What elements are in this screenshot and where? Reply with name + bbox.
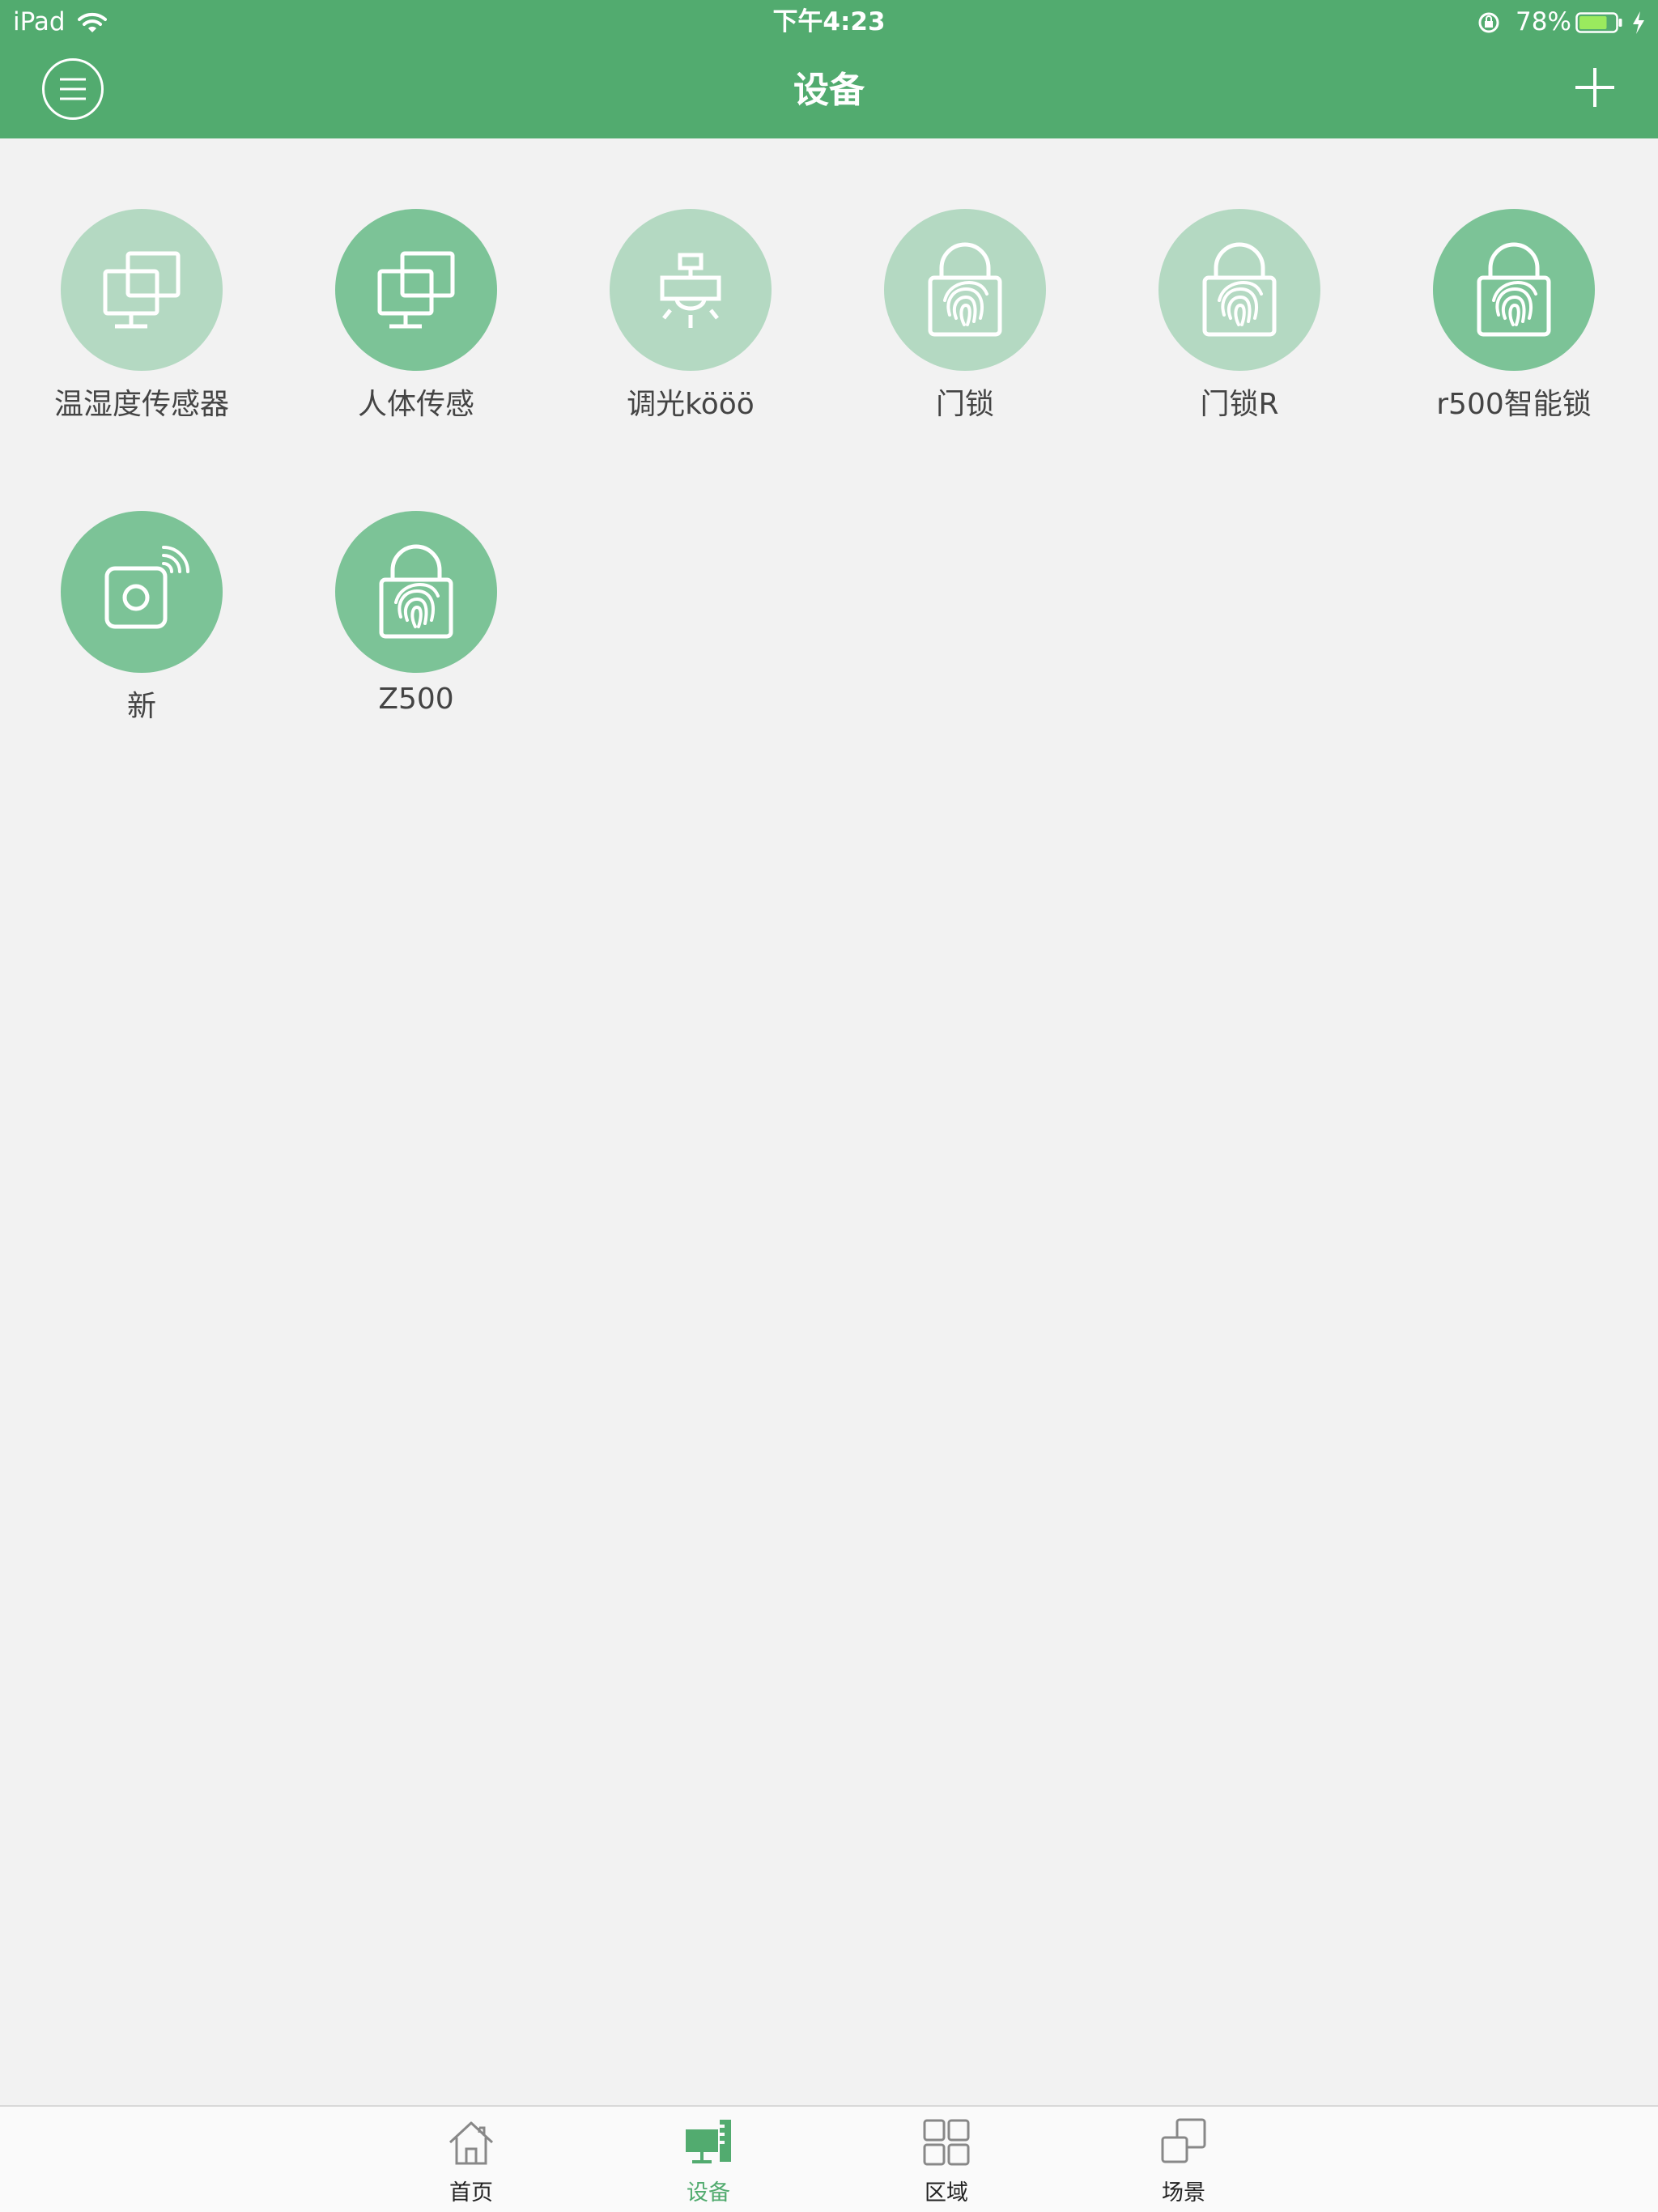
device-label: 人体传感 bbox=[357, 388, 474, 421]
device-label: r500智能锁 bbox=[1436, 388, 1592, 421]
tab-home[interactable]: 首页 bbox=[406, 2107, 536, 2212]
device-label: 温湿度传感器 bbox=[53, 388, 229, 421]
grid-icon bbox=[923, 2119, 970, 2166]
tab-scenes[interactable]: 场景 bbox=[1119, 2107, 1248, 2212]
tab-bar: 首页 设备 区域 场景 bbox=[0, 2105, 1658, 2212]
device-label: 门锁 bbox=[935, 388, 994, 421]
device-card[interactable]: Z500 bbox=[299, 511, 534, 754]
fingerprint-lock-icon bbox=[1202, 242, 1277, 337]
plus-icon[interactable] bbox=[1571, 63, 1619, 112]
wireless-camera-icon bbox=[104, 546, 189, 629]
device-card[interactable]: r500智能锁 bbox=[1397, 209, 1631, 452]
home-icon bbox=[449, 2121, 494, 2165]
ceiling-light-icon bbox=[660, 253, 721, 328]
fingerprint-lock-icon bbox=[1477, 242, 1551, 337]
status-time: 下午4:23 bbox=[772, 7, 886, 36]
device-label: Z500 bbox=[378, 683, 454, 716]
device-card[interactable]: 温湿度传感器 bbox=[24, 209, 259, 452]
monitor-icon bbox=[103, 251, 181, 329]
device-icon-circle bbox=[335, 209, 497, 371]
device-label: 调光kööö bbox=[627, 388, 755, 421]
tab-zones[interactable]: 区域 bbox=[882, 2107, 1011, 2212]
device-icon-circle bbox=[335, 511, 497, 673]
device-icon-circle bbox=[61, 511, 223, 673]
battery-percentage: 78% bbox=[1516, 7, 1571, 36]
device-icon-circle bbox=[61, 209, 223, 371]
fingerprint-lock-icon bbox=[379, 544, 453, 639]
tab-devices[interactable]: 设备 bbox=[644, 2107, 773, 2212]
device-card[interactable]: 新 bbox=[24, 511, 259, 754]
device-label: 新 bbox=[126, 690, 156, 723]
tab-label: 场景 bbox=[1162, 2180, 1205, 2206]
scene-icon bbox=[1161, 2118, 1206, 2163]
device-card[interactable]: 调光kööö bbox=[573, 209, 808, 452]
page-title: 设备 bbox=[793, 70, 865, 111]
rotation-lock-icon bbox=[1478, 12, 1499, 33]
device-icon bbox=[686, 2120, 731, 2163]
tab-label: 区域 bbox=[925, 2180, 968, 2206]
device-card[interactable]: 人体传感 bbox=[299, 209, 534, 452]
device-label: 门锁R bbox=[1200, 388, 1279, 421]
device-icon-circle bbox=[1433, 209, 1595, 371]
device-card[interactable]: 门锁 bbox=[848, 209, 1082, 452]
status-bar: iPad 下午4:23 78% bbox=[0, 0, 1658, 44]
device-card[interactable]: 门锁R bbox=[1122, 209, 1357, 452]
device-icon-circle bbox=[884, 209, 1046, 371]
header: iPad 下午4:23 78% 设备 bbox=[0, 0, 1658, 138]
tab-label: 首页 bbox=[449, 2180, 493, 2206]
battery-icon bbox=[1575, 12, 1622, 33]
charging-icon bbox=[1633, 11, 1644, 34]
fingerprint-lock-icon bbox=[928, 242, 1002, 337]
monitor-icon bbox=[377, 251, 455, 329]
device-icon-circle bbox=[1158, 209, 1320, 371]
device-icon-circle bbox=[610, 209, 772, 371]
tab-label: 设备 bbox=[687, 2180, 730, 2206]
